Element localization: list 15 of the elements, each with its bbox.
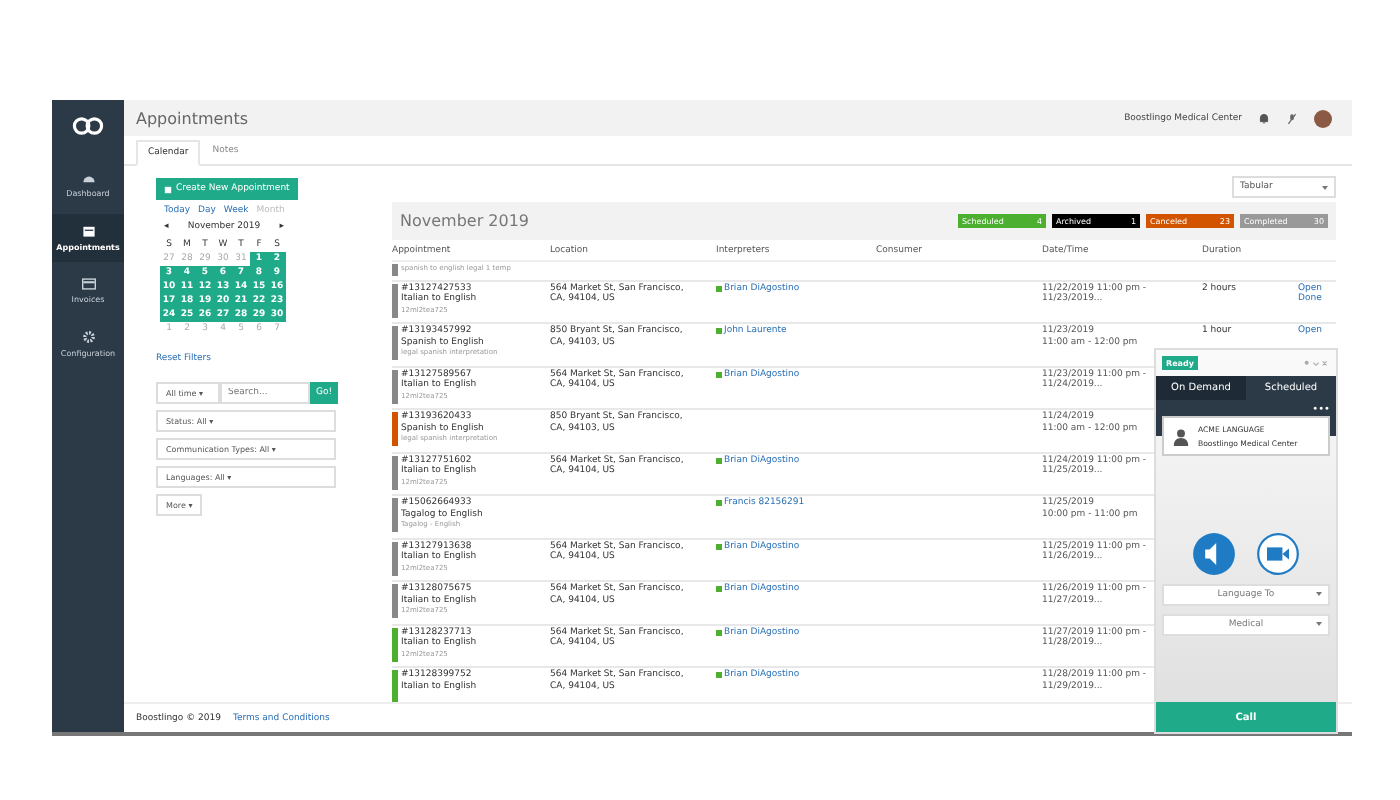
speaker-button[interactable]: [1192, 532, 1236, 576]
video-button[interactable]: [1256, 532, 1300, 576]
avatar[interactable]: [1314, 109, 1332, 127]
caret-icon: [1322, 185, 1328, 189]
card-icon: [81, 278, 95, 290]
page-title: Appointments: [136, 109, 249, 127]
caret-icon: [1316, 622, 1322, 626]
caret-icon: [1316, 592, 1322, 596]
month-title: November 2019: [400, 211, 530, 230]
mic-off-icon[interactable]: [1286, 111, 1298, 125]
logo-icon: [72, 116, 104, 136]
person-icon: [1172, 427, 1190, 445]
settings-icon: [81, 330, 95, 344]
bell-icon[interactable]: [1258, 112, 1270, 124]
gauge-icon: [81, 172, 95, 184]
